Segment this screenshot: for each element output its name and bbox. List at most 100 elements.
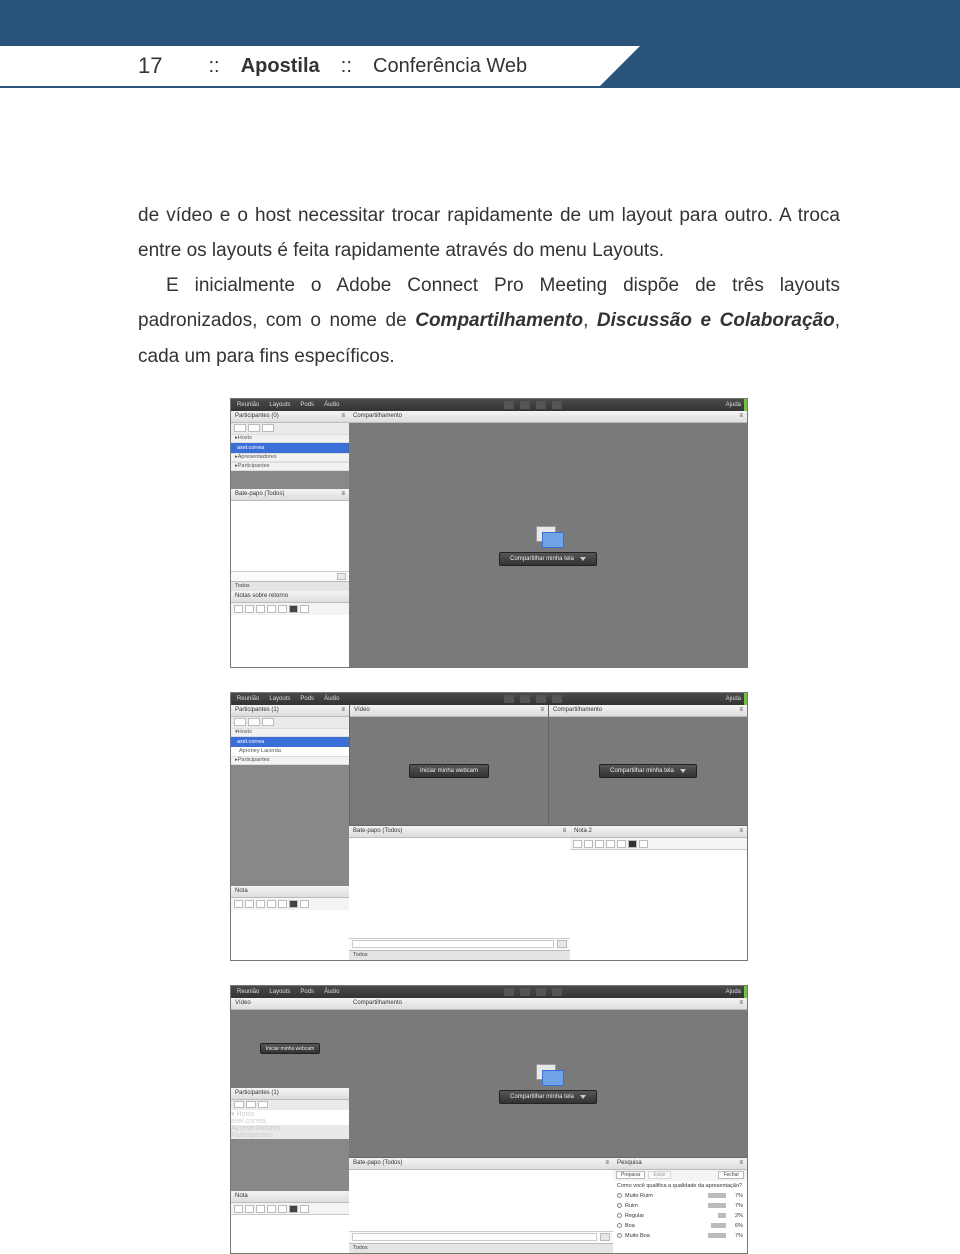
fmt-icon[interactable] — [256, 605, 265, 613]
menu-audio[interactable]: Áudio — [324, 989, 339, 995]
fmt-icon[interactable] — [278, 605, 287, 613]
fmt-icon[interactable] — [245, 605, 254, 613]
fmt-icon[interactable] — [278, 1205, 287, 1213]
poll-option[interactable]: Muito Ruim7% — [613, 1191, 747, 1201]
chat-send-icon[interactable] — [600, 1233, 610, 1241]
fmt-icon[interactable] — [300, 1205, 309, 1213]
fmt-icon[interactable] — [300, 900, 309, 908]
chat-field[interactable] — [352, 1233, 597, 1241]
fmt-icon[interactable] — [234, 900, 243, 908]
user-row[interactable]: Aproney Lacerda — [231, 747, 349, 756]
speaker-icon[interactable] — [504, 988, 514, 996]
panel-menu-icon[interactable]: ≡ — [341, 413, 345, 419]
fmt-icon[interactable] — [234, 1205, 243, 1213]
fmt-icon[interactable] — [256, 1205, 265, 1213]
notes-body[interactable] — [231, 615, 349, 667]
fmt-icon[interactable] — [617, 840, 626, 848]
status-icon[interactable] — [552, 988, 562, 996]
menu-layouts[interactable]: Layouts — [269, 989, 290, 995]
radio-icon[interactable] — [617, 1213, 622, 1218]
chat-field[interactable] — [352, 940, 554, 948]
color-icon[interactable] — [628, 840, 637, 848]
radio-icon[interactable] — [617, 1233, 622, 1238]
fmt-icon[interactable] — [595, 840, 604, 848]
panel-menu-icon[interactable]: ≡ — [739, 413, 743, 419]
share-screen-button[interactable]: Compartilhar minha tela — [499, 1090, 597, 1104]
poll-fechar-button[interactable]: Fechar — [718, 1171, 744, 1179]
panel-menu-icon[interactable]: ≡ — [605, 1160, 609, 1166]
color-icon[interactable] — [289, 900, 298, 908]
fmt-icon[interactable] — [245, 900, 254, 908]
panel-menu-icon[interactable]: ≡ — [739, 1160, 743, 1166]
chat-send-icon[interactable] — [557, 940, 567, 948]
tool-icon[interactable] — [248, 718, 260, 726]
panel-menu-icon[interactable]: ≡ — [739, 828, 743, 834]
menu-pods[interactable]: Pods — [300, 402, 314, 408]
fmt-icon[interactable] — [573, 840, 582, 848]
fmt-icon[interactable] — [606, 840, 615, 848]
fmt-icon[interactable] — [639, 840, 648, 848]
fmt-icon[interactable] — [267, 605, 276, 613]
status-icon[interactable] — [552, 695, 562, 703]
menu-layouts[interactable]: Layouts — [269, 696, 290, 702]
radio-icon[interactable] — [617, 1193, 622, 1198]
fmt-icon[interactable] — [256, 900, 265, 908]
chat-send-icon[interactable] — [337, 573, 346, 580]
tool-icon[interactable] — [234, 1101, 244, 1108]
panel-menu-icon[interactable]: ≡ — [341, 491, 345, 497]
menu-ajuda[interactable]: Ajuda — [726, 989, 741, 995]
menu-ajuda[interactable]: Ajuda — [726, 402, 741, 408]
panel-menu-icon[interactable]: ≡ — [739, 707, 743, 713]
chat-tab-todos[interactable]: Todos — [349, 1243, 613, 1253]
fmt-icon[interactable] — [234, 605, 243, 613]
poll-option[interactable]: Boa6% — [613, 1221, 747, 1231]
webcam-icon[interactable] — [536, 401, 546, 409]
menu-pods[interactable]: Pods — [300, 696, 314, 702]
status-icon[interactable] — [552, 401, 562, 409]
fmt-icon[interactable] — [245, 1205, 254, 1213]
user-selected[interactable]: axel.correa — [231, 1118, 349, 1125]
share-screen-button[interactable]: Compartilhar minha tela — [599, 764, 697, 778]
tool-icon[interactable] — [234, 718, 246, 726]
panel-menu-icon[interactable]: ≡ — [341, 707, 345, 713]
webcam-icon[interactable] — [536, 988, 546, 996]
user-selected[interactable]: axel.correa — [231, 443, 349, 453]
panel-menu-icon[interactable]: ≡ — [540, 707, 544, 713]
fmt-icon[interactable] — [584, 840, 593, 848]
panel-menu-icon[interactable]: ≡ — [563, 828, 567, 834]
poll-exibir-button[interactable]: Exibir — [648, 1171, 671, 1179]
radio-icon[interactable] — [617, 1203, 622, 1208]
tool-icon[interactable] — [234, 424, 246, 432]
fmt-icon[interactable] — [278, 900, 287, 908]
menu-audio[interactable]: Áudio — [324, 696, 339, 702]
fmt-icon[interactable] — [267, 1205, 276, 1213]
notes-body[interactable] — [231, 1215, 349, 1253]
fmt-icon[interactable] — [267, 900, 276, 908]
menu-audio[interactable]: Áudio — [324, 402, 339, 408]
color-icon[interactable] — [289, 605, 298, 613]
poll-option[interactable]: Regular2% — [613, 1211, 747, 1221]
notes-body[interactable] — [570, 850, 747, 960]
speaker-icon[interactable] — [504, 695, 514, 703]
tool-icon[interactable] — [246, 1101, 256, 1108]
chat-tab-todos[interactable]: Todos — [231, 581, 349, 591]
tool-icon[interactable] — [248, 424, 260, 432]
mic-icon[interactable] — [520, 988, 530, 996]
start-webcam-button[interactable]: Iniciar minha webcam — [260, 1043, 320, 1054]
mic-icon[interactable] — [520, 695, 530, 703]
menu-layouts[interactable]: Layouts — [269, 402, 290, 408]
menu-reuniao[interactable]: Reunião — [237, 696, 259, 702]
poll-option[interactable]: Ruim7% — [613, 1201, 747, 1211]
menu-reuniao[interactable]: Reunião — [237, 402, 259, 408]
speaker-icon[interactable] — [504, 401, 514, 409]
color-icon[interactable] — [289, 1205, 298, 1213]
menu-ajuda[interactable]: Ajuda — [726, 696, 741, 702]
poll-preparar-button[interactable]: Preparar — [616, 1171, 645, 1179]
fmt-icon[interactable] — [300, 605, 309, 613]
share-screen-button[interactable]: Compartilhar minha tela — [499, 552, 597, 566]
tool-icon[interactable] — [262, 718, 274, 726]
poll-option[interactable]: Muito Boa7% — [613, 1231, 747, 1241]
panel-menu-icon[interactable]: ≡ — [739, 1000, 743, 1006]
mic-icon[interactable] — [520, 401, 530, 409]
chat-tab-todos[interactable]: Todos — [349, 950, 570, 960]
